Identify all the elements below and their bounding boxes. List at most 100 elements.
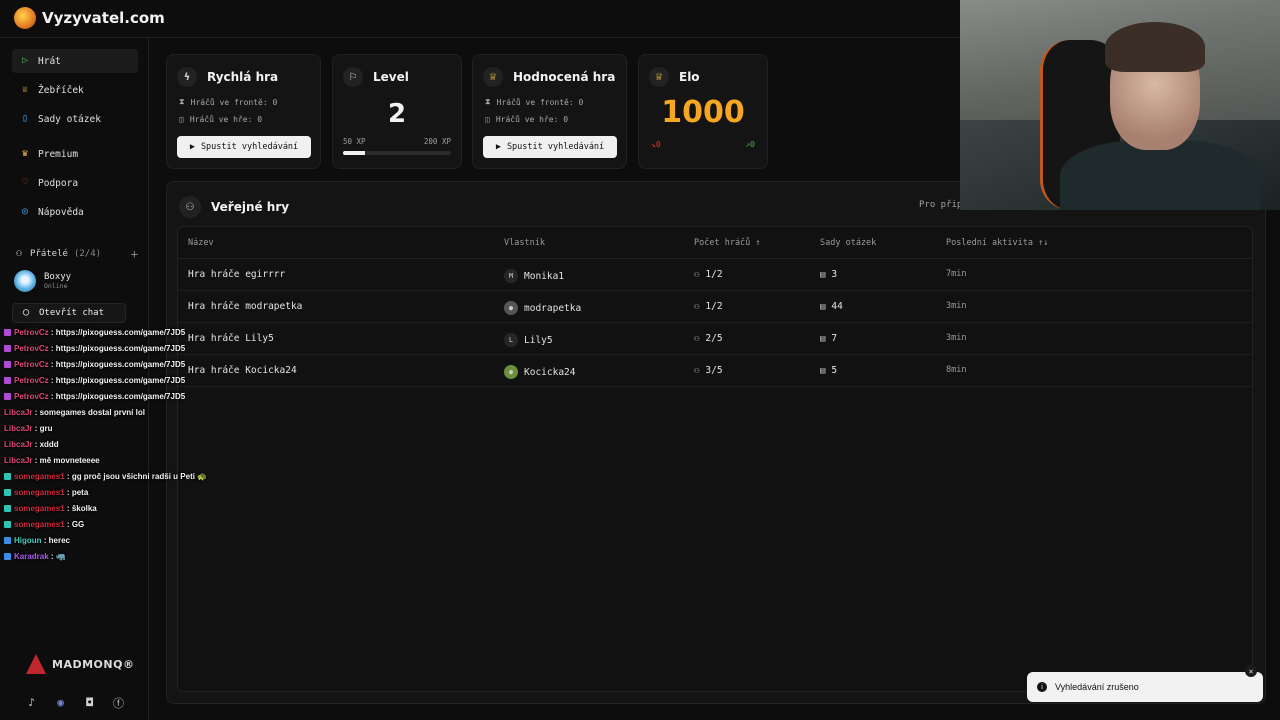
gamepad-icon: ◫ bbox=[485, 115, 490, 124]
table-row[interactable]: Hra hráče egirrrr M Monika1 ⚇ 1/2 ▤ 3 7min bbox=[178, 259, 1252, 291]
trophy-icon: ♕ bbox=[649, 67, 669, 87]
friend-name: Boxyy bbox=[44, 272, 72, 282]
sponsor-logo[interactable]: MADMONQ® bbox=[26, 654, 134, 674]
discord-icon[interactable]: ◉ bbox=[53, 695, 68, 710]
lightning-icon: ϟ bbox=[177, 67, 197, 87]
column-activity[interactable]: Poslední aktivita ↑↓ bbox=[946, 238, 1048, 248]
panel-note: Pro přip bbox=[919, 200, 963, 210]
chat-badge-icon bbox=[4, 537, 11, 544]
chat-username: PetrovCz bbox=[14, 376, 49, 385]
tiktok-icon[interactable]: ♪ bbox=[24, 695, 39, 710]
start-search-button[interactable]: ▶ Spustit vyhledávání bbox=[177, 136, 311, 158]
chat-message: PetrovCz : https://pixoguess.com/game/7J… bbox=[4, 376, 185, 385]
sidebar-item-premium[interactable]: ♛ Premium bbox=[12, 142, 138, 166]
friends-label: Přátelé bbox=[30, 249, 68, 259]
chat-badge-icon bbox=[4, 553, 11, 560]
users-icon: ⚇ bbox=[694, 269, 700, 280]
column-players[interactable]: Počet hráčů ↑ bbox=[694, 238, 761, 248]
chat-badge-icon bbox=[4, 489, 11, 496]
chat-message: LibcaJr : mě movneteeee bbox=[4, 456, 100, 465]
table-row[interactable]: Hra hráče modrapetka ● modrapetka ⚇ 1/2 ▤ 4… bbox=[178, 291, 1252, 323]
start-ranked-search-button[interactable]: ▶ Spustit vyhledávání bbox=[483, 136, 617, 158]
chat-username: somegames1 bbox=[14, 504, 65, 513]
in-game-stat: ◫ Hráčů ve hře: 0 bbox=[179, 115, 263, 124]
chat-message: somegames1 : GG bbox=[4, 520, 84, 529]
card-title: Level bbox=[373, 70, 409, 84]
xp-progress-fill bbox=[343, 151, 365, 155]
queue-stat: ⧗ Hráčů ve frontě: 0 bbox=[179, 97, 278, 107]
game-sets: ▤ 5 bbox=[820, 365, 838, 376]
sidebar-item-play[interactable]: ▷ Hrát bbox=[12, 49, 138, 73]
chat-text: : https://pixoguess.com/game/7JD5 bbox=[48, 328, 186, 337]
chat-message: LibcaJr : xddd bbox=[4, 440, 59, 449]
game-players: ⚇ 2/5 bbox=[694, 333, 723, 344]
chat-badge-icon bbox=[4, 377, 11, 384]
chat-icon: ◯ bbox=[22, 307, 30, 318]
chat-username: Karadrak bbox=[14, 552, 49, 561]
chat-username: somegames1 bbox=[14, 520, 65, 529]
chat-message: LibcaJr : somegames dostal první lol bbox=[4, 408, 145, 417]
gamepad-icon: ◫ bbox=[179, 115, 184, 124]
column-sets[interactable]: Sady otázek bbox=[820, 238, 876, 248]
xp-progress-bar bbox=[343, 151, 451, 155]
chat-username: PetrovCz bbox=[14, 344, 49, 353]
chat-message: Karadrak : 🦏 bbox=[4, 552, 66, 561]
friend-item[interactable]: Boxyy Online bbox=[14, 270, 71, 292]
card-title: Hodnocená hra bbox=[513, 70, 616, 84]
game-players: ⚇ 1/2 bbox=[694, 269, 723, 280]
users-icon: ⚇ bbox=[694, 333, 700, 344]
chat-badge-icon bbox=[4, 345, 11, 352]
chat-username: PetrovCz bbox=[14, 360, 49, 369]
users-icon: ⚇ bbox=[694, 365, 700, 376]
table-row[interactable]: Hra hráče Lily5 L Lily5 ⚇ 2/5 ▤ 7 3min bbox=[178, 323, 1252, 355]
open-chat-button[interactable]: ◯ Otevřít chat bbox=[12, 303, 126, 323]
chat-username: Higoun bbox=[14, 536, 42, 545]
chat-username: LibcaJr bbox=[4, 424, 33, 433]
file-icon: ▤ bbox=[820, 365, 826, 376]
trophy-icon: ♕ bbox=[21, 84, 29, 95]
chat-text: : 🦏 bbox=[48, 552, 66, 561]
hourglass-icon: ⧗ bbox=[179, 97, 185, 106]
chat-message: somegames1 : gg proč jsou všichni radši … bbox=[4, 472, 207, 481]
site-logo[interactable]: Vyzyvatel.com bbox=[14, 7, 165, 29]
elo-value: 1000 bbox=[661, 95, 745, 130]
game-sets: ▤ 7 bbox=[820, 333, 838, 344]
chat-text: : gg proč jsou všichni radši u Peti 🐢 bbox=[64, 472, 208, 481]
chat-text: : herec bbox=[41, 536, 71, 545]
chat-text: : https://pixoguess.com/game/7JD5 bbox=[48, 392, 186, 401]
help-icon: ◎ bbox=[21, 206, 29, 217]
game-sets: ▤ 44 bbox=[820, 301, 843, 312]
chat-badge-icon bbox=[4, 361, 11, 368]
game-sets: ▤ 3 bbox=[820, 269, 838, 280]
column-name[interactable]: Název bbox=[188, 238, 214, 248]
facebook-icon[interactable]: ⓕ bbox=[111, 695, 126, 710]
sidebar-item-leaderboard[interactable]: ♕ Žebříček bbox=[12, 78, 138, 102]
game-players: ⚇ 1/2 bbox=[694, 301, 723, 312]
close-icon[interactable]: × bbox=[1245, 665, 1257, 677]
game-activity: 3min bbox=[946, 333, 967, 343]
sidebar-item-question-sets[interactable]: ▯ Sady otázek bbox=[12, 107, 138, 131]
friend-status: Online bbox=[44, 282, 68, 290]
game-owner: ● Kocicka24 bbox=[504, 365, 575, 379]
queue-stat: ⧗ Hráčů ve frontě: 0 bbox=[485, 97, 584, 107]
chat-text: : xddd bbox=[32, 440, 59, 449]
table-header: Název Vlastník Počet hráčů ↑ Sady otázek… bbox=[178, 227, 1252, 259]
sidebar-item-help[interactable]: ◎ Nápověda bbox=[12, 200, 138, 224]
add-friend-button[interactable]: + bbox=[131, 247, 138, 261]
game-owner: L Lily5 bbox=[504, 333, 553, 347]
users-icon: ⚇ bbox=[694, 301, 700, 312]
in-game-stat: ◫ Hráčů ve hře: 0 bbox=[485, 115, 569, 124]
sidebar-item-support[interactable]: ♡ Podpora bbox=[12, 171, 138, 195]
play-icon: ▷ bbox=[21, 55, 29, 66]
chat-message: somegames1 : školka bbox=[4, 504, 97, 513]
streamer-hair bbox=[1105, 22, 1205, 72]
chat-text: : peta bbox=[64, 488, 89, 497]
avatar bbox=[14, 270, 36, 292]
instagram-icon[interactable]: ◘ bbox=[82, 695, 97, 710]
game-name: Hra hráče egirrrr bbox=[188, 269, 286, 280]
column-owner[interactable]: Vlastník bbox=[504, 238, 545, 248]
ranked-game-card: ♕ Hodnocená hra ⧗ Hráčů ve frontě: 0 ◫ Hrá… bbox=[472, 54, 627, 169]
table-row[interactable]: Hra hráče Kocicka24 ● Kocicka24 ⚇ 3/5 ▤ 5 8… bbox=[178, 355, 1252, 387]
madmonq-icon bbox=[26, 654, 46, 674]
games-table: Název Vlastník Počet hráčů ↑ Sady otázek… bbox=[177, 226, 1253, 692]
